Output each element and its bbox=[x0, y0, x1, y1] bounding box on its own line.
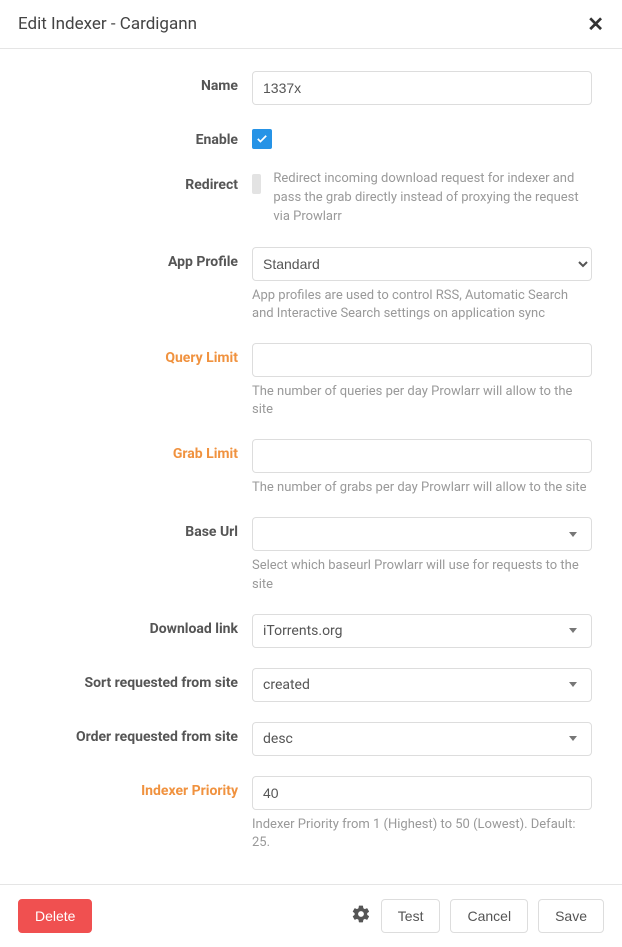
name-input[interactable] bbox=[252, 71, 592, 105]
row-order: Order requested from site desc bbox=[30, 712, 592, 766]
label-priority: Indexer Priority bbox=[30, 776, 252, 799]
label-app-profile: App Profile bbox=[30, 247, 252, 270]
label-name: Name bbox=[30, 71, 252, 94]
label-enable: Enable bbox=[30, 125, 252, 148]
test-button[interactable]: Test bbox=[381, 899, 441, 933]
redirect-checkbox[interactable] bbox=[252, 174, 261, 194]
row-enable: Enable bbox=[30, 115, 592, 160]
modal-footer: Delete Test Cancel Save bbox=[0, 884, 622, 947]
row-base-url: Base Url Select which baseurl Prowlarr w… bbox=[30, 507, 592, 603]
base-url-help: Select which baseurl Prowlarr will use f… bbox=[252, 557, 592, 593]
cancel-button[interactable]: Cancel bbox=[450, 899, 528, 933]
row-priority: Indexer Priority Indexer Priority from 1… bbox=[30, 766, 592, 862]
row-app-profile: App Profile Standard App profiles are us… bbox=[30, 237, 592, 333]
label-grab-limit: Grab Limit bbox=[30, 439, 252, 462]
label-query-limit: Query Limit bbox=[30, 343, 252, 366]
label-order: Order requested from site bbox=[30, 722, 252, 745]
row-download-link: Download link iTorrents.org bbox=[30, 604, 592, 658]
enable-checkbox[interactable] bbox=[252, 129, 272, 149]
order-value: desc bbox=[263, 731, 293, 747]
label-base-url: Base Url bbox=[30, 517, 252, 540]
priority-input[interactable] bbox=[252, 776, 592, 810]
redirect-help: Redirect incoming download request for i… bbox=[273, 170, 592, 227]
label-redirect: Redirect bbox=[30, 170, 252, 193]
caret-down-icon bbox=[569, 628, 577, 633]
row-sort: Sort requested from site created bbox=[30, 658, 592, 712]
app-profile-help: App profiles are used to control RSS, Au… bbox=[252, 287, 592, 323]
modal-body: Name Enable Redirect Redirect incoming d… bbox=[0, 49, 622, 884]
modal-title: Edit Indexer - Cardigann bbox=[18, 14, 197, 34]
modal-header: Edit Indexer - Cardigann ✕ bbox=[0, 0, 622, 49]
download-link-select[interactable]: iTorrents.org bbox=[252, 614, 592, 648]
query-limit-input[interactable] bbox=[252, 343, 592, 377]
grab-limit-input[interactable] bbox=[252, 439, 592, 473]
label-download-link: Download link bbox=[30, 614, 252, 637]
download-link-value: iTorrents.org bbox=[263, 623, 343, 639]
sort-select[interactable]: created bbox=[252, 668, 592, 702]
row-grab-limit: Grab Limit The number of grabs per day P… bbox=[30, 429, 592, 507]
priority-help: Indexer Priority from 1 (Highest) to 50 … bbox=[252, 816, 592, 852]
row-name: Name bbox=[30, 61, 592, 115]
row-redirect: Redirect Redirect incoming download requ… bbox=[30, 160, 592, 237]
base-url-select[interactable] bbox=[252, 517, 592, 551]
caret-down-icon bbox=[569, 682, 577, 687]
save-button[interactable]: Save bbox=[538, 899, 604, 933]
row-query-limit: Query Limit The number of queries per da… bbox=[30, 333, 592, 429]
advanced-settings-icon[interactable] bbox=[351, 904, 371, 928]
caret-down-icon bbox=[569, 736, 577, 741]
delete-button[interactable]: Delete bbox=[18, 899, 92, 933]
app-profile-select[interactable]: Standard bbox=[252, 247, 592, 281]
order-select[interactable]: desc bbox=[252, 722, 592, 756]
grab-limit-help: The number of grabs per day Prowlarr wil… bbox=[252, 479, 592, 497]
query-limit-help: The number of queries per day Prowlarr w… bbox=[252, 383, 592, 419]
caret-down-icon bbox=[569, 532, 577, 537]
check-icon bbox=[255, 132, 269, 146]
label-sort: Sort requested from site bbox=[30, 668, 252, 691]
sort-value: created bbox=[263, 677, 310, 693]
close-icon[interactable]: ✕ bbox=[587, 14, 604, 34]
